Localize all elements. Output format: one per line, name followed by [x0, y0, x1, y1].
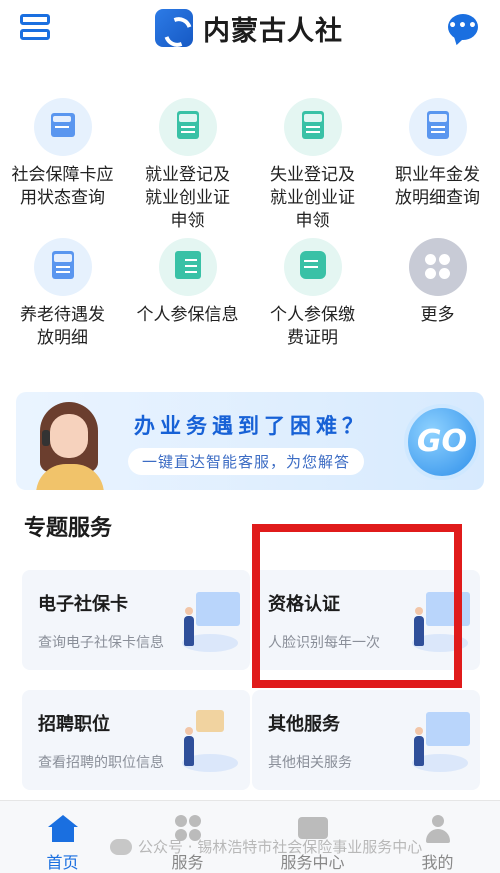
- service-label: 失业登记及就业创业证申领: [270, 165, 355, 231]
- card-subtitle: 查看招聘的职位信息: [38, 755, 164, 771]
- banner-subtitle: 一键直达智能客服，为您解答: [128, 448, 365, 475]
- card-title: 招聘职位: [38, 714, 110, 735]
- service-payment-proof[interactable]: 个人参保缴费证明: [250, 238, 375, 350]
- card-subtitle: 查询电子社保卡信息: [38, 635, 164, 651]
- electronic-card-illustration-icon: [178, 586, 240, 652]
- service-label: 养老待遇发放明细: [20, 305, 105, 348]
- menu-icon[interactable]: [20, 14, 50, 42]
- section-title: 专题服务: [24, 516, 113, 541]
- insurance-info-icon: [158, 238, 217, 296]
- service-card-status-query[interactable]: 社会保障卡应用状态查询: [0, 98, 125, 210]
- service-annuity-detail[interactable]: 职业年金发放明细查询: [375, 98, 500, 210]
- go-button[interactable]: GO: [404, 404, 480, 480]
- annuity-detail-icon: [408, 98, 467, 156]
- banner-title: 办业务遇到了困难？: [134, 414, 368, 438]
- service-unemployment-register[interactable]: 失业登记及就业创业证申领: [250, 98, 375, 233]
- home-icon: [48, 815, 78, 843]
- employment-register-icon: [158, 98, 217, 156]
- service-label: 个人参保信息: [136, 305, 239, 325]
- card-subtitle: 其他相关服务: [268, 755, 352, 771]
- smart-service-banner[interactable]: 办业务遇到了困难？ 一键直达智能客服，为您解答 GO: [16, 392, 484, 490]
- profile-icon: [423, 815, 453, 843]
- card-search-icon: [33, 98, 92, 156]
- card-title: 其他服务: [268, 714, 340, 735]
- highlight-box: [252, 524, 462, 688]
- wechat-icon: [110, 838, 132, 855]
- service-label: 更多: [420, 305, 455, 325]
- brand: 内蒙古人社: [155, 8, 343, 48]
- unemployment-register-icon: [283, 98, 342, 156]
- app-header: 内蒙古人社 •••: [0, 0, 500, 56]
- watermark-text: 公众号 · 锡林浩特市社会保险事业服务中心: [138, 838, 423, 856]
- chat-bubble-icon[interactable]: •••: [448, 14, 478, 40]
- service-insurance-info[interactable]: 个人参保信息: [125, 238, 250, 327]
- service-pension-detail[interactable]: 养老待遇发放明细: [0, 238, 125, 350]
- watermark: 公众号 · 锡林浩特市社会保险事业服务中心: [110, 836, 422, 857]
- card-job-postings[interactable]: 招聘职位 查看招聘的职位信息: [22, 690, 250, 790]
- service-label: 社会保障卡应用状态查询: [11, 165, 114, 208]
- other-services-illustration-icon: [408, 706, 470, 772]
- more-icon: [408, 238, 467, 296]
- customer-service-agent-icon: [34, 402, 106, 490]
- payment-proof-icon: [283, 238, 342, 296]
- card-electronic-social-card[interactable]: 电子社保卡 查询电子社保卡信息: [22, 570, 250, 670]
- pension-detail-icon: [33, 238, 92, 296]
- app-logo-icon: [155, 9, 193, 47]
- service-employment-register[interactable]: 就业登记及就业创业证申领: [125, 98, 250, 233]
- app-title: 内蒙古人社: [203, 15, 343, 47]
- service-more[interactable]: 更多: [375, 238, 500, 327]
- nav-home[interactable]: 首页: [0, 801, 125, 873]
- service-label: 个人参保缴费证明: [270, 305, 355, 348]
- nav-label: 首页: [46, 853, 79, 872]
- job-posting-illustration-icon: [178, 706, 240, 772]
- service-label: 职业年金发放明细查询: [395, 165, 480, 208]
- card-other-services[interactable]: 其他服务 其他相关服务: [252, 690, 480, 790]
- card-title: 电子社保卡: [38, 594, 128, 615]
- service-label: 就业登记及就业创业证申领: [145, 165, 230, 231]
